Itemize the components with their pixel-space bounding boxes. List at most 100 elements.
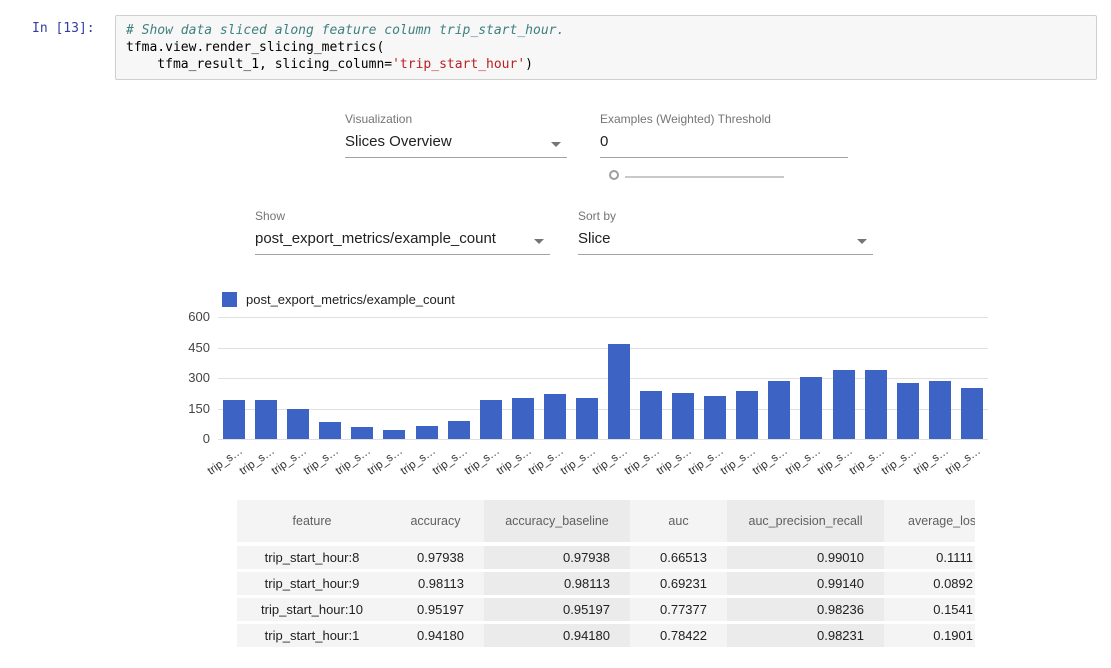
metric-cell: 0.98236 (727, 598, 884, 624)
column-header-accuracy_baseline[interactable]: accuracy_baseline (484, 500, 630, 546)
bar (576, 398, 598, 439)
column-header-feature[interactable]: feature (237, 500, 387, 546)
bars (218, 317, 988, 439)
metric-cell: 0.94180 (484, 624, 630, 650)
bar-slot (282, 409, 314, 439)
y-axis-tick-label: 150 (166, 401, 210, 416)
bar-slot (827, 370, 859, 439)
y-axis: 6004503001500 (166, 317, 210, 439)
bar (833, 370, 855, 439)
show-label: Show (255, 209, 550, 223)
code-line-call: tfma.view.render_slicing_metrics( (126, 39, 1086, 56)
bar-slot (314, 422, 346, 439)
gridline (218, 439, 988, 440)
metric-cell: 0.1901 (884, 624, 975, 650)
bar-slot (924, 381, 956, 439)
bar (736, 391, 758, 439)
metric-cell: 0.66513 (630, 546, 727, 572)
y-axis-tick-label: 450 (166, 340, 210, 355)
bar (512, 398, 534, 439)
sort-by-dropdown[interactable]: Sort by Slice (578, 209, 873, 255)
bar-slot (667, 393, 699, 439)
feature-cell: trip_start_hour:10 (237, 598, 387, 624)
legend-swatch (222, 292, 237, 307)
threshold-slider[interactable] (608, 169, 788, 185)
bar (640, 391, 662, 439)
bar (416, 426, 438, 439)
bar-slot (507, 398, 539, 439)
column-header-accuracy[interactable]: accuracy (387, 500, 484, 546)
metric-cell: 0.69231 (630, 572, 727, 598)
y-axis-tick-label: 600 (166, 309, 210, 324)
feature-cell: trip_start_hour:8 (237, 546, 387, 572)
metric-cell: 0.97938 (484, 546, 630, 572)
bar (319, 422, 341, 439)
bar-slot (539, 394, 571, 439)
table-body: trip_start_hour:80.979380.979380.665130.… (237, 546, 975, 650)
threshold-label: Examples (Weighted) Threshold (600, 112, 848, 126)
metric-cell: 0.95197 (484, 598, 630, 624)
column-header-auc_precision_recall[interactable]: auc_precision_recall (727, 500, 884, 546)
x-axis-labels: trip_s…trip_s…trip_s…trip_s…trip_s…trip_… (218, 442, 988, 484)
metric-cell: 0.1111 (884, 546, 975, 572)
slider-thumb[interactable] (609, 170, 619, 180)
bar (383, 430, 405, 439)
bar-slot (956, 388, 988, 439)
metric-cell: 0.95197 (387, 598, 484, 624)
bar-slot (635, 391, 667, 439)
bar-slot (603, 344, 635, 439)
bar (608, 344, 630, 439)
visualization-value: Slices Overview (345, 133, 567, 158)
bar (287, 409, 309, 439)
legend-label: post_export_metrics/example_count (246, 292, 455, 307)
metric-cell: 0.78422 (630, 624, 727, 650)
table-row[interactable]: trip_start_hour:80.979380.979380.665130.… (237, 546, 975, 572)
code-line-args: tfma_result_1, slicing_column='trip_star… (126, 56, 1086, 73)
bar (768, 381, 790, 439)
chevron-down-icon (857, 239, 867, 244)
show-metric-dropdown[interactable]: Show post_export_metrics/example_count (255, 209, 550, 255)
table-row[interactable]: trip_start_hour:100.951970.951970.773770… (237, 598, 975, 624)
bar-slot (763, 381, 795, 439)
slider-track[interactable] (625, 176, 784, 178)
chevron-down-icon (534, 239, 544, 244)
bar-slot (860, 370, 892, 439)
bar-slot (218, 400, 250, 439)
bar-slot (250, 400, 282, 439)
chevron-down-icon (551, 142, 561, 147)
bar-slot (571, 398, 603, 439)
table-header-row: featureaccuracyaccuracy_baselineaucauc_p… (237, 500, 975, 546)
bar-slot (795, 377, 827, 439)
table-row[interactable]: trip_start_hour:90.981130.981130.692310.… (237, 572, 975, 598)
show-value: post_export_metrics/example_count (255, 230, 550, 255)
metrics-table-container: featureaccuracyaccuracy_baselineaucauc_p… (237, 500, 975, 650)
metric-cell: 0.98113 (387, 572, 484, 598)
bar-slot (443, 421, 475, 439)
bar (897, 383, 919, 439)
bar (961, 388, 983, 439)
metric-cell: 0.77377 (630, 598, 727, 624)
feature-cell: trip_start_hour:9 (237, 572, 387, 598)
bar-slot (410, 426, 442, 439)
y-axis-tick-label: 0 (166, 431, 210, 446)
chart-legend: post_export_metrics/example_count (222, 292, 455, 307)
bar-slot (346, 427, 378, 439)
bar (255, 400, 277, 439)
bar (929, 381, 951, 439)
table-row[interactable]: trip_start_hour:10.941800.941800.784220.… (237, 624, 975, 650)
bar (800, 377, 822, 439)
y-axis-tick-label: 300 (166, 370, 210, 385)
sort-by-label: Sort by (578, 209, 873, 223)
metric-cell: 0.97938 (387, 546, 484, 572)
metrics-table: featureaccuracyaccuracy_baselineaucauc_p… (237, 500, 975, 650)
code-editor[interactable]: # Show data sliced along feature column … (115, 15, 1097, 80)
metric-cell: 0.98113 (484, 572, 630, 598)
column-header-average_loss[interactable]: average_loss (884, 500, 975, 546)
metric-cell: 0.0892 (884, 572, 975, 598)
bar (480, 400, 502, 439)
bar-slot (475, 400, 507, 439)
column-header-auc[interactable]: auc (630, 500, 727, 546)
metric-cell: 0.94180 (387, 624, 484, 650)
threshold-input[interactable]: Examples (Weighted) Threshold 0 (600, 112, 848, 158)
visualization-dropdown[interactable]: Visualization Slices Overview (345, 112, 567, 158)
